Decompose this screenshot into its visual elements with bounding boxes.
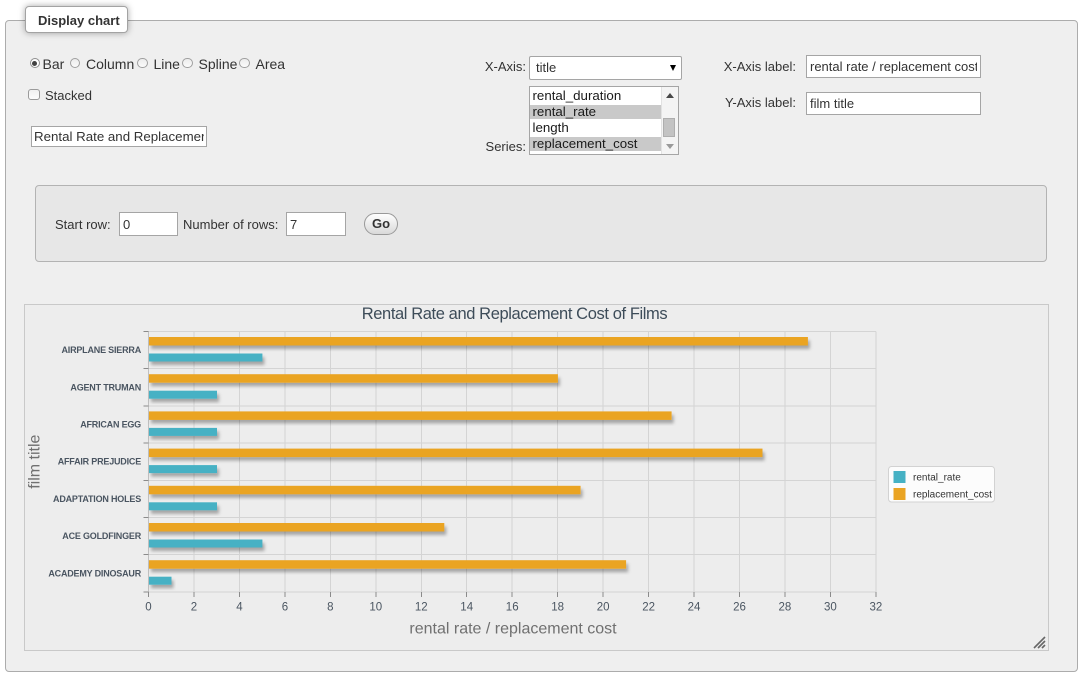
svg-text:ACADEMY DINOSAUR: ACADEMY DINOSAUR [48,568,141,578]
svg-text:28: 28 [779,602,792,614]
svg-text:10: 10 [369,602,382,614]
svg-text:18: 18 [551,602,564,614]
svg-text:32: 32 [870,602,883,614]
svg-text:Rental Rate and Replacement Co: Rental Rate and Replacement Cost of Film… [362,305,668,323]
svg-text:AGENT TRUMAN: AGENT TRUMAN [70,382,141,392]
svg-text:2: 2 [191,602,197,614]
svg-text:20: 20 [597,602,610,614]
svg-text:16: 16 [506,602,519,614]
svg-text:22: 22 [642,602,655,614]
svg-text:rental_rate: rental_rate [913,473,961,484]
svg-text:0: 0 [145,602,151,614]
svg-text:14: 14 [460,602,473,614]
svg-text:AIRPLANE SIERRA: AIRPLANE SIERRA [61,345,141,355]
svg-text:film title: film title [27,434,44,488]
svg-text:8: 8 [327,602,333,614]
svg-text:AFFAIR PREJUDICE: AFFAIR PREJUDICE [58,457,142,467]
svg-text:24: 24 [688,602,701,614]
svg-text:AFRICAN EGG: AFRICAN EGG [80,420,141,430]
svg-text:ADAPTATION HOLES: ADAPTATION HOLES [53,494,141,504]
svg-text:rental rate / replacement cost: rental rate / replacement cost [409,621,617,638]
svg-text:replacement_cost: replacement_cost [913,490,992,501]
svg-text:6: 6 [282,602,288,614]
svg-text:ACE GOLDFINGER: ACE GOLDFINGER [62,531,141,541]
svg-text:12: 12 [415,602,428,614]
svg-text:30: 30 [824,602,837,614]
svg-text:26: 26 [733,602,746,614]
svg-text:4: 4 [236,602,243,614]
